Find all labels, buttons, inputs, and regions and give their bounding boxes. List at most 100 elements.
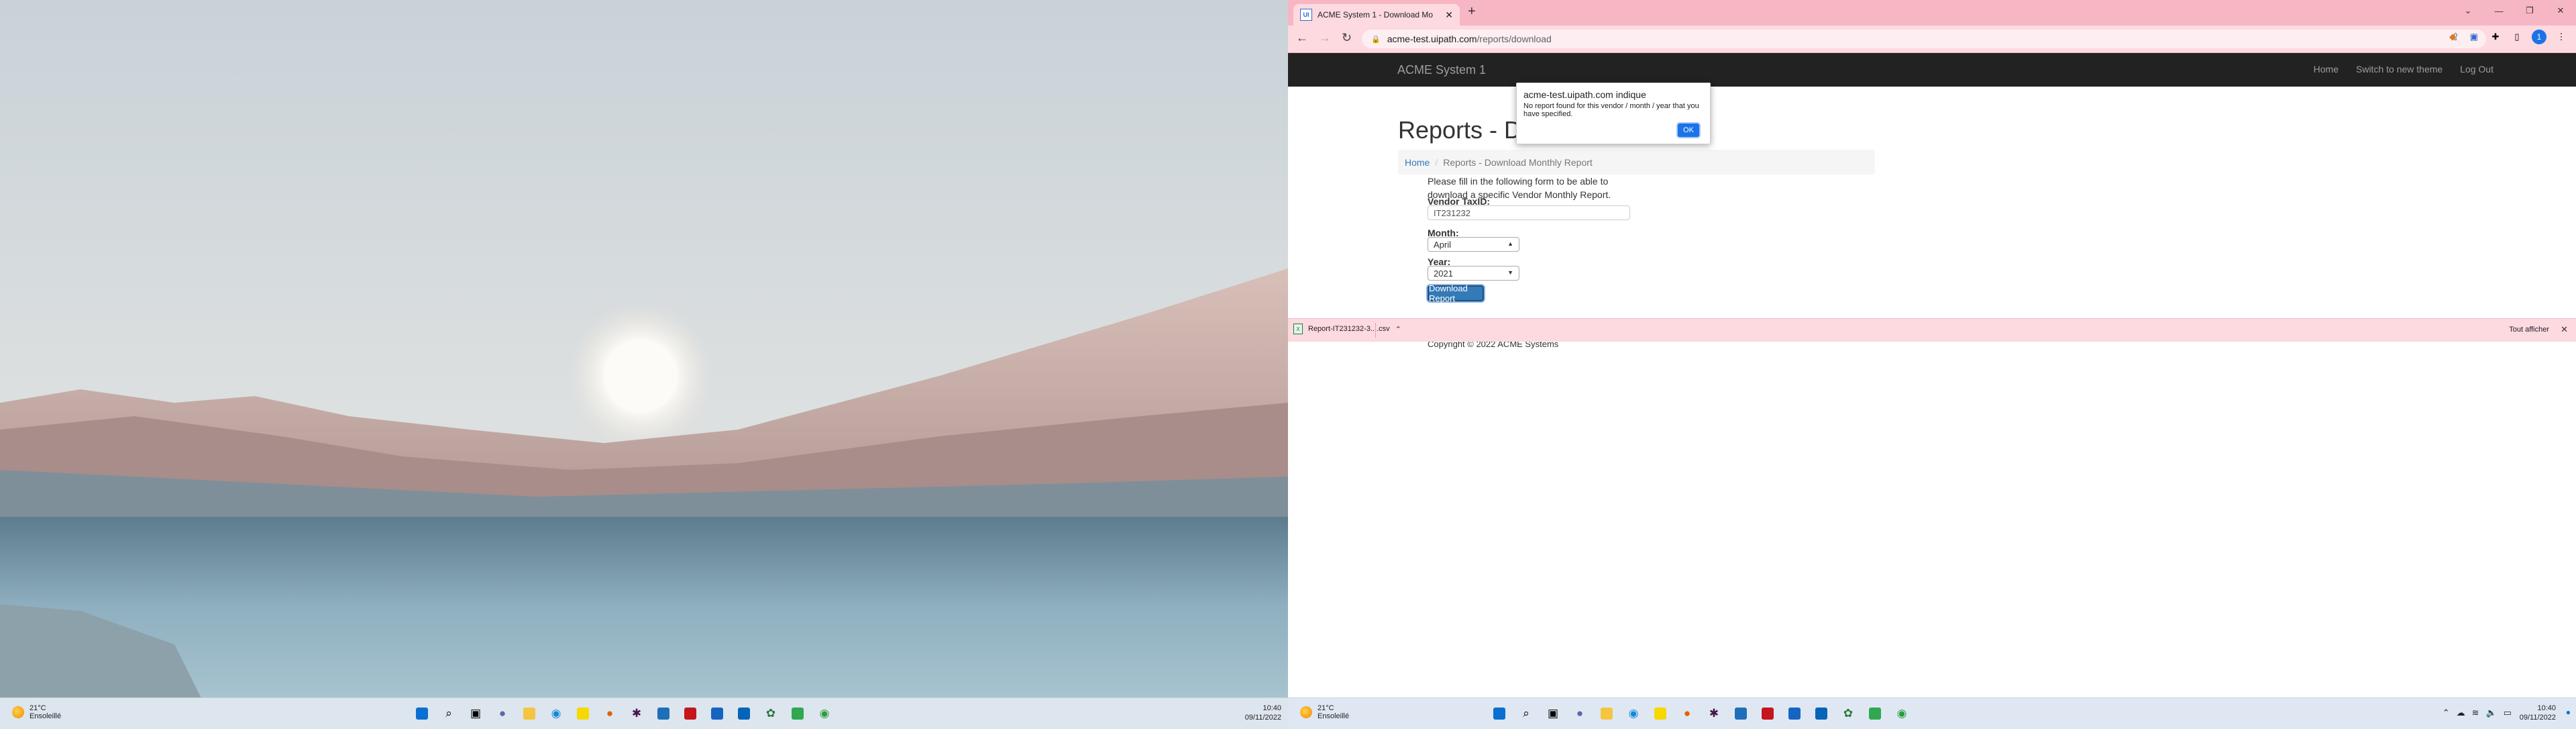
media-app-icon[interactable]	[788, 703, 808, 724]
outlook-icon[interactable]	[734, 703, 754, 724]
chat-icon[interactable]: ●	[492, 703, 513, 724]
url-path: /reports/download	[1477, 34, 1552, 44]
download-report-button[interactable]: Download Report	[1428, 283, 1484, 303]
onedrive-icon[interactable]: ☁	[2457, 708, 2465, 718]
weather-widget[interactable]: 21°C Ensoleillé	[1300, 704, 1349, 720]
right-monitor: UI ACME System 1 - Download Mo ✕ + ⌄ — ❐…	[1288, 0, 2576, 729]
weather-temp: 21°C	[1318, 704, 1334, 712]
nav-switch-theme-link[interactable]: Switch to new theme	[2356, 64, 2443, 75]
tab-close-icon[interactable]: ✕	[1445, 9, 1453, 21]
photos-icon[interactable]	[707, 703, 727, 724]
task-view-icon[interactable]: ▣	[466, 703, 486, 724]
left-taskbar-apps: ⌕ ▣ ● ◉ ● ✱ ✿ ◉	[412, 703, 835, 724]
extensions-puzzle-icon[interactable]: ✚	[2489, 30, 2502, 44]
maximize-icon[interactable]: ❐	[2514, 0, 2545, 21]
site-nav-links: Home Switch to new theme Log Out	[2314, 64, 2493, 75]
sticky-notes-icon[interactable]	[1650, 703, 1670, 724]
download-item[interactable]: X Report-IT231232-3....csv ⌃	[1293, 324, 1401, 334]
left-clock[interactable]: 10:40 09/11/2022	[1245, 703, 1281, 722]
task-view-icon[interactable]: ▣	[1543, 703, 1563, 724]
download-chevron-up-icon[interactable]: ⌃	[1395, 325, 1401, 334]
sticky-notes-icon[interactable]	[573, 703, 593, 724]
slack-icon[interactable]: ✱	[627, 703, 647, 724]
uipath-favicon-icon: UI	[1300, 9, 1312, 21]
slack-icon[interactable]: ✱	[1704, 703, 1724, 724]
profile-avatar[interactable]: 1	[2532, 30, 2546, 44]
window-controls: ⌄ — ❐ ✕	[2453, 0, 2576, 21]
firefox-icon[interactable]: ●	[600, 703, 620, 724]
sun-icon	[12, 706, 24, 718]
right-taskbar-apps: ⌕ ▣ ● ◉ ● ✱ ✿ ◉	[1489, 703, 1912, 724]
system-tray: ⌃ ☁ ≋ 🔈 ▭	[2443, 708, 2512, 718]
reload-icon[interactable]: ↻	[1342, 31, 1352, 45]
chrome-icon[interactable]: ◉	[1892, 703, 1912, 724]
csv-file-icon: X	[1293, 324, 1303, 334]
site-brand[interactable]: ACME System 1	[1397, 63, 1486, 77]
month-selected-value: April	[1434, 239, 1452, 250]
nav-logout-link[interactable]: Log Out	[2460, 64, 2493, 75]
year-selected-value: 2021	[1434, 268, 1453, 279]
minimize-icon[interactable]: —	[2483, 0, 2514, 21]
tab-title: ACME System 1 - Download Mo	[1318, 10, 1434, 19]
weather-desc: Ensoleillé	[30, 712, 62, 720]
uipath-extension-icon[interactable]: ▣	[2467, 30, 2481, 44]
download-file-name: Report-IT231232-3....csv	[1308, 325, 1390, 333]
network-app-icon[interactable]: ✿	[1838, 703, 1858, 724]
app-s-icon[interactable]	[653, 703, 674, 724]
metamask-extension-icon[interactable]: ◆	[2446, 30, 2459, 44]
close-window-icon[interactable]: ✕	[2545, 0, 2576, 21]
tab-search-icon[interactable]: ⌄	[2453, 0, 2483, 21]
photos-icon[interactable]	[1784, 703, 1805, 724]
edge-icon[interactable]: ◉	[1623, 703, 1644, 724]
battery-icon[interactable]: ▭	[2504, 708, 2512, 718]
dialog-ok-button[interactable]: OK	[1678, 124, 1699, 137]
year-select[interactable]: 2021 ▼	[1428, 266, 1519, 281]
new-tab-icon[interactable]: +	[1468, 4, 1476, 19]
address-bar[interactable]: 🔒 acme-test.uipath.com/reports/download …	[1362, 30, 2486, 48]
url-host: acme-test.uipath.com	[1387, 34, 1477, 44]
lock-icon[interactable]: 🔒	[1371, 35, 1381, 44]
month-select[interactable]: April ▲	[1428, 237, 1519, 252]
search-icon[interactable]: ⌕	[439, 703, 459, 724]
breadcrumb-home-link[interactable]: Home	[1405, 157, 1430, 168]
sun-icon	[1300, 706, 1312, 718]
chat-icon[interactable]: ●	[1570, 703, 1590, 724]
left-taskbar: 21°C Ensoleillé ⌕ ▣ ● ◉ ● ✱ ✿ ◉ 10:40 09…	[0, 697, 1288, 729]
wifi-icon[interactable]: ≋	[2472, 708, 2479, 718]
app-s-icon[interactable]	[1731, 703, 1751, 724]
forward-icon[interactable]: →	[1319, 31, 1331, 45]
file-explorer-icon[interactable]	[519, 703, 539, 724]
acrobat-icon[interactable]	[1758, 703, 1778, 724]
chrome-icon[interactable]: ◉	[814, 703, 835, 724]
media-app-icon[interactable]	[1865, 703, 1885, 724]
back-icon[interactable]: ←	[1296, 31, 1308, 45]
network-app-icon[interactable]: ✿	[761, 703, 781, 724]
dialog-title: acme-test.uipath.com indique	[1523, 89, 1646, 100]
outlook-icon[interactable]	[1811, 703, 1831, 724]
windows-start-icon[interactable]	[1489, 703, 1509, 724]
left-monitor: 21°C Ensoleillé ⌕ ▣ ● ◉ ● ✱ ✿ ◉ 10:40 09…	[0, 0, 1288, 729]
menu-kebab-icon[interactable]: ⋮	[2555, 30, 2568, 44]
show-all-downloads-link[interactable]: Tout afficher	[2509, 326, 2549, 334]
vendor-taxid-input[interactable]: IT231232	[1428, 205, 1630, 220]
acrobat-icon[interactable]	[680, 703, 700, 724]
clock-date: 09/11/2022	[1244, 714, 1281, 722]
nav-home-link[interactable]: Home	[2314, 64, 2339, 75]
volume-icon[interactable]: 🔈	[2486, 708, 2497, 718]
weather-widget[interactable]: 21°C Ensoleillé	[12, 704, 61, 720]
edge-icon[interactable]: ◉	[546, 703, 566, 724]
browser-toolbar: ← → ↻ 🔒 acme-test.uipath.com/reports/dow…	[1288, 26, 2576, 53]
firefox-icon[interactable]: ●	[1677, 703, 1697, 724]
clock-time: 10:40	[1263, 704, 1281, 712]
notification-icon[interactable]: ●	[2566, 708, 2571, 717]
file-explorer-icon[interactable]	[1597, 703, 1617, 724]
side-panel-icon[interactable]: ▯	[2510, 30, 2524, 44]
right-clock[interactable]: 10:40 09/11/2022	[2520, 703, 2556, 722]
browser-tab[interactable]: UI ACME System 1 - Download Mo ✕	[1293, 4, 1460, 26]
search-icon[interactable]: ⌕	[1516, 703, 1536, 724]
tray-chevron-up-icon[interactable]: ⌃	[2443, 708, 2450, 718]
windows-start-icon[interactable]	[412, 703, 432, 724]
alert-dialog: acme-test.uipath.com indique No report f…	[1516, 83, 1711, 144]
right-taskbar: 21°C Ensoleillé ⌕ ▣ ● ◉ ● ✱ ✿ ◉ ⌃ ☁ ≋ 🔈 …	[1288, 697, 2576, 729]
download-bar-close-icon[interactable]: ✕	[2561, 324, 2568, 335]
